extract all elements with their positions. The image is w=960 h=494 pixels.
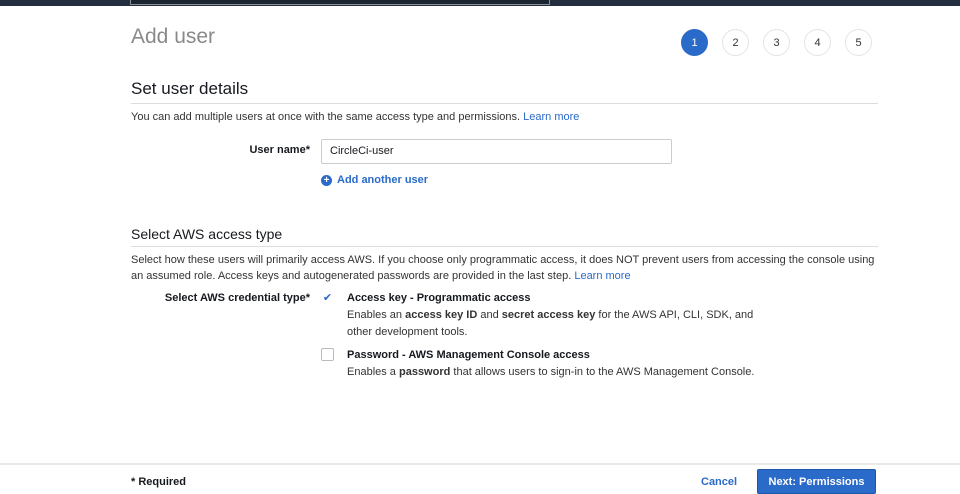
access-key-option: Access key - Programmatic access Enables… [347, 292, 754, 338]
learn-more-link[interactable]: Learn more [523, 111, 579, 123]
user-name-input[interactable]: CircleCi-user [321, 139, 672, 164]
step-3[interactable]: 3 [763, 29, 790, 56]
password-option: Password - AWS Management Console access… [347, 349, 755, 378]
section-heading-user-details: Set user details [131, 79, 249, 98]
step-5[interactable]: 5 [845, 29, 872, 56]
step-4[interactable]: 4 [804, 29, 831, 56]
page-title: Add user [131, 25, 216, 48]
learn-more-link[interactable]: Learn more [574, 270, 630, 282]
access-description: Select how these users will primarily ac… [131, 254, 875, 282]
cancel-button[interactable]: Cancel [701, 476, 737, 488]
divider [131, 246, 878, 247]
required-note: * Required [131, 476, 187, 488]
plus-circle-icon: + [321, 174, 332, 186]
password-checkbox[interactable] [321, 348, 334, 361]
search-box[interactable] [130, 0, 550, 5]
credential-type-label: Select AWS credential type* [164, 292, 310, 304]
divider [131, 103, 878, 104]
next-permissions-button[interactable]: Next: Permissions [757, 469, 876, 494]
checkmark-icon: ✔ [322, 292, 333, 304]
access-key-checkbox[interactable]: ✔ [321, 292, 334, 305]
top-navigation-bar [0, 0, 960, 6]
step-2[interactable]: 2 [722, 29, 749, 56]
user-name-label: User name* [249, 144, 310, 156]
section-heading-access-type: Select AWS access type [131, 226, 283, 242]
add-another-user-link[interactable]: + Add another user [321, 174, 428, 186]
wizard-steps: 1 2 3 4 5 [681, 29, 872, 56]
step-1[interactable]: 1 [681, 29, 708, 56]
details-description: You can add multiple users at once with … [131, 111, 580, 123]
